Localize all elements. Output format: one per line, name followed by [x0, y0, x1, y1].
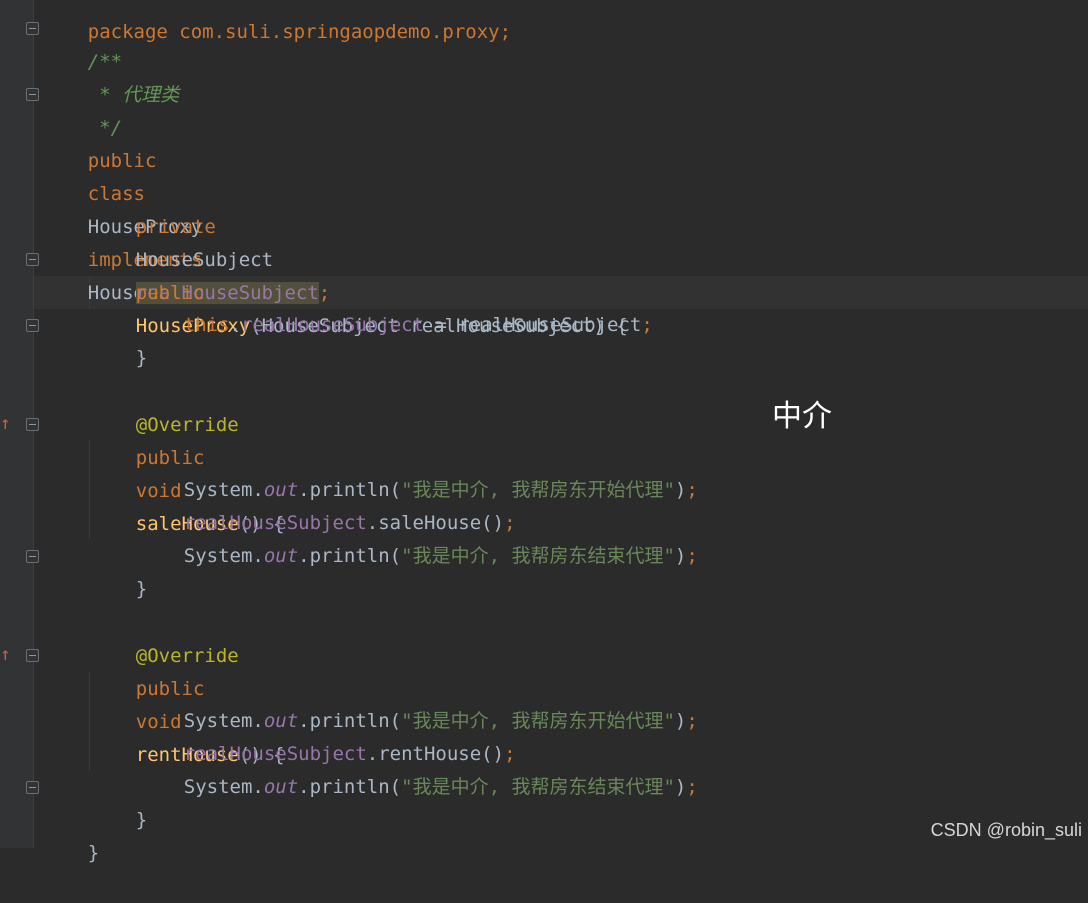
close-paren: ) — [674, 545, 687, 567]
string-literal: "我是中介, 我帮房东结束代理" — [401, 545, 675, 567]
close-brace: } — [135, 809, 148, 831]
public-keyword: public — [87, 150, 157, 172]
close-brace: } — [135, 347, 148, 369]
javadoc-start-line: /** — [42, 13, 122, 73]
semicolon: ; — [686, 776, 698, 798]
override-annotation-line: @Override — [90, 376, 239, 436]
constructor-body-line: this.realHouseSubject = realHouseSubject… — [138, 276, 653, 336]
fold-icon[interactable] — [26, 22, 39, 35]
sale-close-line: } — [90, 540, 147, 600]
semicolon: ; — [686, 545, 698, 567]
fold-icon[interactable] — [26, 253, 39, 266]
rent-method-declaration-line: public void rentHouse() { — [90, 640, 285, 766]
sale-method-declaration-line: public void saleHouse() { — [90, 409, 285, 535]
fold-icon[interactable] — [26, 781, 39, 794]
close-brace: } — [135, 578, 148, 600]
override-arrow-icon[interactable]: ↑ — [0, 414, 11, 434]
javadoc-mid-line: * 代理类 — [42, 46, 179, 106]
javadoc-end-line: */ — [42, 79, 122, 139]
fold-icon[interactable] — [26, 649, 39, 662]
constructor-declaration-line: public HouseProxy(HouseSubject realHouse… — [90, 244, 628, 337]
close-paren: ) — [674, 479, 687, 501]
override-arrow-icon[interactable]: ↑ — [0, 645, 11, 665]
sale-line-1: System.out.println("我是中介, 我帮房东开始代理"); — [138, 441, 698, 501]
static-out: out — [263, 545, 299, 567]
field-declaration-line: private HouseSubject realHouseSubject; — [90, 178, 330, 304]
sale-line-2: realHouseSubject.saleHouse(); — [138, 474, 516, 534]
fold-icon[interactable] — [26, 550, 39, 563]
semicolon: ; — [641, 314, 653, 336]
assignment: = realHouseSubject — [424, 314, 642, 336]
constructor-close-line: } — [90, 309, 147, 369]
private-keyword: private — [135, 216, 216, 238]
rent-close-line: } — [90, 771, 147, 831]
system-object: System. — [183, 776, 264, 798]
override-annotation-line-2: @Override — [90, 607, 239, 667]
dot: . — [229, 314, 241, 336]
close-brace: } — [87, 842, 100, 864]
rent-line-3: System.out.println("我是中介, 我帮房东结束代理"); — [138, 738, 698, 798]
close-paren: ) — [674, 710, 687, 732]
rent-line-2: realHouseSubject.rentHouse(); — [138, 705, 516, 765]
sale-line-3: System.out.println("我是中介, 我帮房东结束代理"); — [138, 507, 698, 567]
package-statement: package com.suli.springaopdemo.proxy; — [87, 21, 512, 43]
class-declaration-line: public class HouseProxy implements House… — [42, 112, 237, 304]
code-area[interactable]: package com.suli.springaopdemo.proxy; /*… — [42, 0, 1088, 864]
semicolon: ; — [686, 479, 698, 501]
watermark: CSDN @robin_suli — [930, 820, 1082, 840]
rent-line-1: System.out.println("我是中介, 我帮房东开始代理"); — [138, 672, 698, 732]
field-reference: realHouseSubject — [240, 314, 425, 336]
println-call: .println( — [298, 545, 402, 567]
close-paren: ) — [674, 776, 687, 798]
fold-icon[interactable] — [26, 418, 39, 431]
static-out: out — [263, 776, 299, 798]
fold-icon[interactable] — [26, 88, 39, 101]
semicolon: ; — [686, 710, 698, 732]
string-literal: "我是中介, 我帮房东结束代理" — [401, 776, 675, 798]
println-call: .println( — [298, 776, 402, 798]
system-object: System. — [183, 545, 264, 567]
overlay-label: 中介 — [772, 399, 832, 434]
this-keyword: this — [183, 314, 230, 336]
fold-icon[interactable] — [26, 319, 39, 332]
class-close-line: } — [42, 804, 99, 864]
